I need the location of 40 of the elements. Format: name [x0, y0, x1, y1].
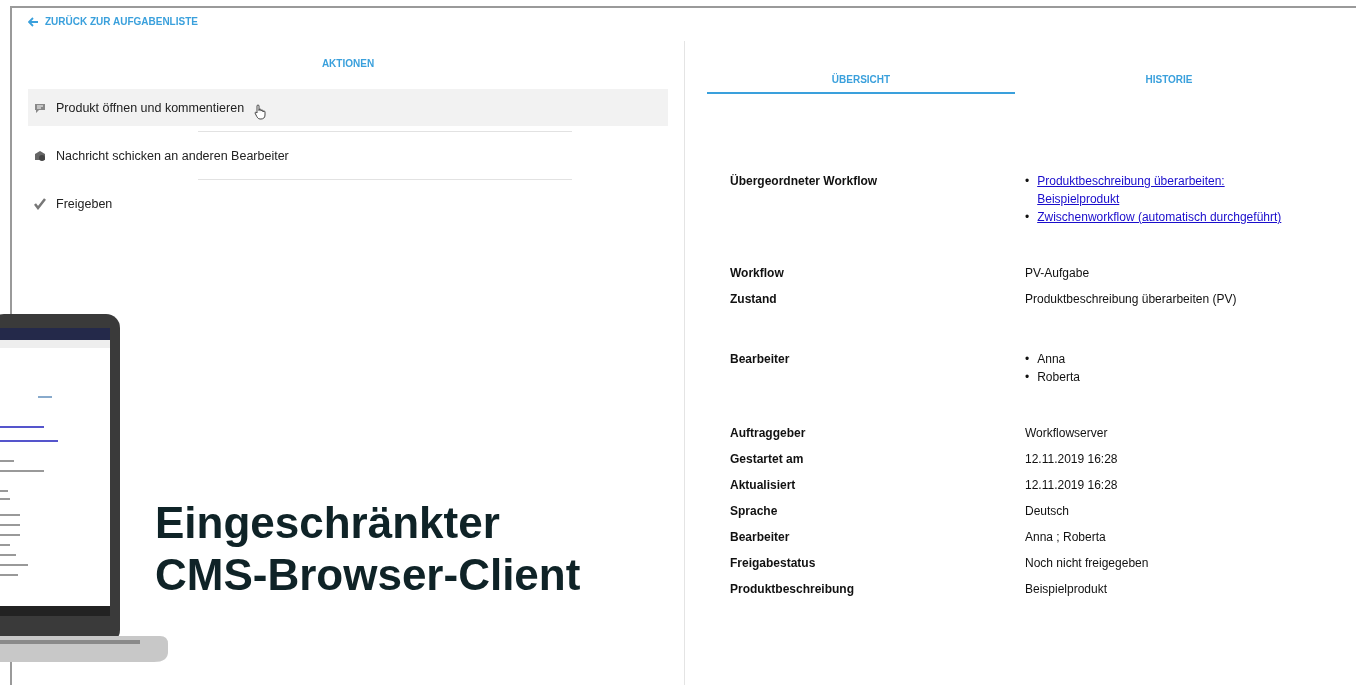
field-value: 12.11.2019 16:28	[1025, 477, 1118, 494]
field-label: Workflow	[730, 265, 785, 282]
field-value: Anna ; Roberta	[1025, 529, 1106, 546]
field-value: PV-Aufgabe	[1025, 265, 1090, 282]
field-value: Deutsch	[1025, 503, 1070, 520]
field-label: Aktualisiert	[730, 477, 797, 494]
field-value: Workflowserver	[1025, 425, 1108, 442]
workflow-link[interactable]: Produktbeschreibung überarbeiten: Beispielprodukt	[1037, 172, 1305, 208]
check-icon	[34, 197, 46, 210]
action-item[interactable]: Produkt öffnen und kommentieren	[28, 89, 668, 126]
field-value: Noch nicht freigegeben	[1025, 555, 1149, 572]
field-value: Beispielprodukt	[1025, 581, 1108, 598]
field-value: 12.11.2019 16:28	[1025, 451, 1118, 468]
bullet: •	[1025, 209, 1030, 226]
action-item[interactable]: Freigeben	[28, 185, 668, 222]
field-label: Zustand	[730, 291, 778, 308]
bullet: •	[1025, 173, 1030, 190]
field-label: Auftraggeber	[730, 425, 807, 442]
hand-cursor-icon	[254, 103, 267, 120]
arrow-left-icon	[28, 16, 39, 27]
field-label: Sprache	[730, 503, 779, 520]
bullet: •	[1025, 369, 1030, 386]
field-label: Freigabestatus	[730, 555, 817, 572]
action-label: Freigeben	[56, 196, 113, 211]
field-label: Übergeordneter Workflow	[730, 173, 879, 190]
field-label: Gestartet am	[730, 451, 805, 468]
action-label: Produkt öffnen und kommentieren	[56, 100, 245, 115]
overlay-headline: Eingeschränkter CMS-Browser-Client	[155, 497, 581, 601]
list-item-text: Anna	[1037, 351, 1066, 368]
field-value: Produktbeschreibung überarbeiten (PV)	[1025, 291, 1237, 308]
list-item-text: Roberta	[1037, 369, 1080, 386]
field-label: Bearbeiter	[730, 529, 791, 546]
field-label: Bearbeiter	[730, 351, 791, 368]
actions-heading: AKTIONEN	[320, 58, 376, 69]
comment-icon	[34, 101, 46, 114]
action-label: Nachricht schicken an anderen Bearbeiter	[56, 148, 289, 163]
field-label: Produktbeschreibung	[730, 581, 855, 598]
bullet: •	[1025, 351, 1030, 368]
workflow-link[interactable]: Zwischenworkflow (automatisch durchgeführt)	[1037, 208, 1282, 226]
action-item[interactable]: Nachricht schicken an anderen Bearbeiter	[28, 137, 668, 174]
